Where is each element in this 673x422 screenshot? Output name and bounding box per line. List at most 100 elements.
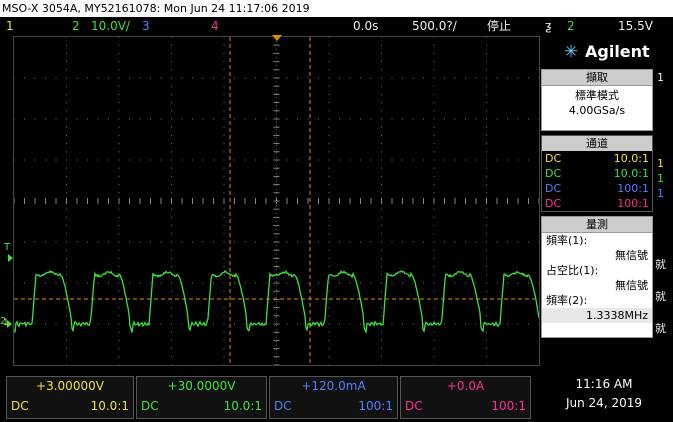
grid-dot (14, 324, 15, 325)
grid-dot (213, 160, 214, 161)
grid-dot (14, 242, 15, 243)
grid-dot (486, 151, 487, 152)
grid-dot (486, 307, 487, 308)
side-tab-3[interactable]: 1 (657, 172, 669, 186)
measurements-box[interactable]: 量測 頻率(1): 無信號 占空比(1): 無信號 頻率(2): 1.3338M… (541, 216, 653, 338)
grid-dot (339, 160, 340, 161)
grid-dot (308, 119, 309, 120)
grid-dot (87, 242, 88, 243)
grid-dot (381, 168, 382, 169)
side-tab-1[interactable]: 1 (657, 71, 669, 85)
grid-dot (129, 160, 130, 161)
grid-dot (402, 283, 403, 284)
trigger-level[interactable]: 15.5V (618, 17, 653, 36)
grid-dot (497, 242, 498, 243)
grid-dot (171, 184, 172, 185)
grid-dot (360, 324, 361, 325)
grid-dot (329, 365, 330, 366)
waveform-display[interactable] (13, 36, 540, 366)
grid-dot (35, 119, 36, 120)
ch2-number[interactable]: 2 (72, 17, 80, 36)
time-base[interactable]: 500.0?/ (412, 17, 457, 36)
grid-dot (255, 160, 256, 161)
bottom-ch2-offset: +30.0000V (137, 379, 266, 393)
acquisition-box[interactable]: 擷取 標準模式 4.00GSa/s (541, 69, 653, 131)
grid-dot (171, 168, 172, 169)
grid-dot (507, 324, 508, 325)
channels-box[interactable]: 通道 DC 10.0:1 DC 10.0:1 DC 100:1 DC 100:1 (541, 135, 653, 212)
ch3-number[interactable]: 3 (142, 17, 150, 36)
grid-dot (528, 119, 529, 120)
grid-dot (45, 160, 46, 161)
grid-dot (434, 217, 435, 218)
ch1-number[interactable]: 1 (6, 17, 14, 36)
grid-dot (161, 78, 162, 79)
grid-dot (287, 242, 288, 243)
grid-dot (182, 119, 183, 120)
grid-dot (434, 356, 435, 357)
grid-dot (329, 78, 330, 79)
grid-dot (66, 61, 67, 62)
grid-dot (213, 119, 214, 120)
agilent-spark-icon: ✳ (561, 42, 581, 62)
grid-dot (434, 86, 435, 87)
grid-dot (350, 160, 351, 161)
grid-dot (182, 242, 183, 243)
side-tab-6[interactable]: 就 (655, 290, 667, 304)
grid-dot (518, 324, 519, 325)
bottom-channel-4[interactable]: +0.0A DC 100:1 (400, 376, 531, 419)
trigger-source[interactable]: 2 (567, 17, 575, 36)
side-tab-4[interactable]: 1 (657, 187, 669, 201)
grid-dot (192, 283, 193, 284)
grid-dot (56, 160, 57, 161)
grid-dot (381, 151, 382, 152)
grid-dot (119, 315, 120, 316)
grid-dot (129, 78, 130, 79)
bottom-ch1-probe: 10.0:1 (91, 399, 129, 413)
side-tab-2[interactable]: 1 (657, 157, 669, 171)
grid-dot (255, 242, 256, 243)
side-tab-7[interactable]: 就 (655, 322, 667, 336)
grid-dot (171, 283, 172, 284)
grid-dot (350, 78, 351, 79)
grid-dot (402, 324, 403, 325)
grid-dot (434, 274, 435, 275)
channels-header: 通道 (542, 136, 652, 151)
grid-dot (371, 283, 372, 284)
grid-dot (119, 151, 120, 152)
grid-dot (486, 242, 487, 243)
grid-dot (297, 242, 298, 243)
grid-dot (87, 119, 88, 120)
side-softkey-strip[interactable]: 1 1 1 1 就 就 就 (655, 37, 673, 367)
side-tab-5[interactable]: 就 (655, 258, 667, 272)
bottom-channel-2[interactable]: +30.0000V DC 10.0:1 (136, 376, 267, 419)
grid-dot (192, 160, 193, 161)
grid-dot (77, 160, 78, 161)
channel-row-3: DC 100:1 (542, 181, 652, 196)
acquisition-mode: 標準模式 (542, 88, 652, 103)
grid-dot (486, 102, 487, 103)
bottom-channel-3[interactable]: +120.0mA DC 100:1 (269, 376, 398, 419)
grid-dot (434, 291, 435, 292)
window-title: MSO-X 3054A, MY52161078: Mon Jun 24 11:1… (2, 0, 310, 17)
grid-dot (119, 266, 120, 267)
time-delay[interactable]: 0.0s (353, 17, 378, 36)
grid-dot (434, 143, 435, 144)
run-state[interactable]: 停止 (487, 17, 511, 36)
grid-dot (224, 37, 225, 38)
grid-dot (140, 119, 141, 120)
ch4-number[interactable]: 4 (211, 17, 219, 36)
grid-dot (287, 324, 288, 325)
channel-2-coupling: DC (545, 166, 561, 181)
grid-dot (497, 283, 498, 284)
grid-dot (224, 86, 225, 87)
grid-dot (434, 69, 435, 70)
grid-dot (66, 250, 67, 251)
grid-dot (486, 283, 487, 284)
ch2-scale[interactable]: 10.0V/ (91, 17, 130, 36)
bottom-ch1-coupling: DC (11, 399, 29, 413)
grid-dot (245, 324, 246, 325)
bottom-channel-1[interactable]: +3.00000V DC 10.0:1 (6, 376, 134, 419)
grid-dot (119, 184, 120, 185)
grid-dot (434, 242, 435, 243)
